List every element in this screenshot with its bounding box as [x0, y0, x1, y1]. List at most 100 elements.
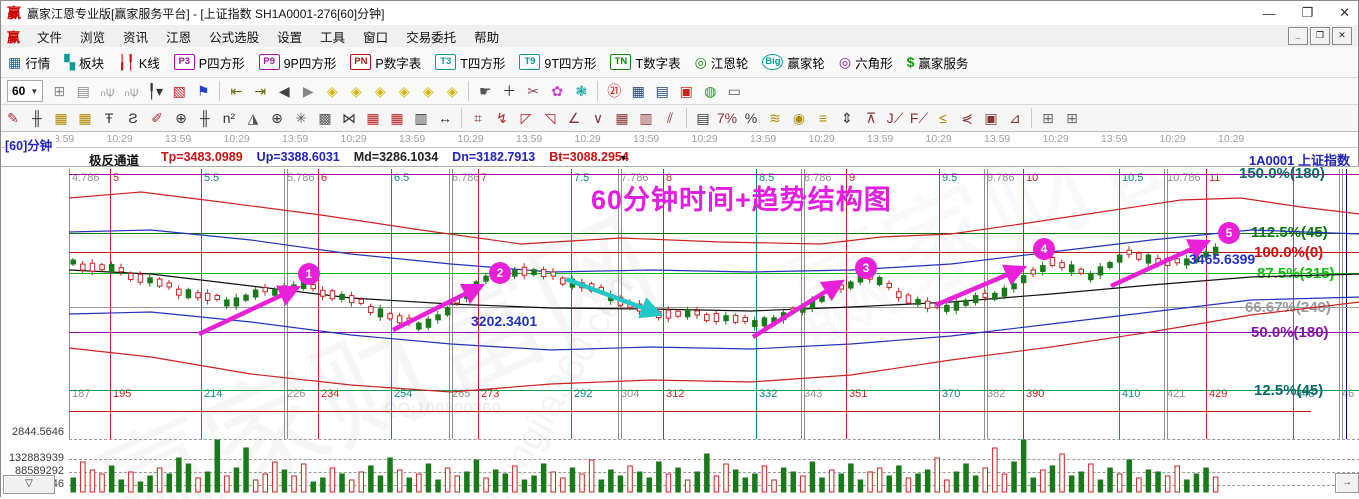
toolbar-t-square[interactable]: T3T四方形	[428, 47, 512, 77]
dia-left-icon[interactable]: ◈	[321, 80, 343, 102]
dia-up-icon[interactable]: ◈	[417, 80, 439, 102]
stat-icon[interactable]: ▧	[168, 80, 190, 102]
toolbar-gann-wheel[interactable]: ◎江恩轮	[688, 47, 756, 77]
mind-icon[interactable]: ✿	[546, 80, 568, 102]
bar3-icon[interactable]: ₙ⍦	[96, 80, 118, 102]
chart-plot-area[interactable]: 赢家财富网www.yingjia360.com赢家财富网QQ:100800360…	[1, 166, 1359, 499]
gold-grid2-icon[interactable]: ▦	[74, 107, 96, 129]
n2-icon[interactable]: n²	[218, 107, 240, 129]
toolbar-p-number-table[interactable]: PNP数字表	[343, 47, 428, 77]
child-minimize[interactable]: _	[1288, 27, 1308, 45]
dia-right-icon[interactable]: ◈	[345, 80, 367, 102]
toolbar-sectors[interactable]: ▚板块	[57, 47, 111, 77]
slash-icon[interactable]: ⫽	[659, 107, 681, 129]
dia-down-icon[interactable]: ◈	[441, 80, 463, 102]
flat-icon[interactable]: ⊼	[860, 107, 882, 129]
flag-icon[interactable]: ⚑	[192, 80, 214, 102]
tri-fan2-icon[interactable]: ◹	[539, 107, 561, 129]
cube1-icon[interactable]: ⊞	[1037, 107, 1059, 129]
updown-icon[interactable]: ⇕	[836, 107, 858, 129]
close-button[interactable]: ✕	[1339, 5, 1350, 21]
toolbar-hexagon[interactable]: ◎六角形	[832, 47, 900, 77]
menu-item-browse[interactable]: 浏览	[71, 25, 114, 48]
cube2-icon[interactable]: ⊞	[1061, 107, 1083, 129]
child-close[interactable]: ✕	[1332, 27, 1352, 45]
calculator-icon[interactable]: ▦	[627, 80, 649, 102]
toolbar-p-square[interactable]: P3P四方形	[167, 47, 252, 77]
four-icon[interactable]: ⊿	[1004, 107, 1026, 129]
ruler-grid-icon[interactable]: ╫	[194, 107, 216, 129]
f-line-icon[interactable]: F⟋	[908, 107, 930, 129]
angle-icon[interactable]: ◮	[242, 107, 264, 129]
wheel-icon[interactable]: ▩	[314, 107, 336, 129]
gold-line-icon[interactable]: ≡	[812, 107, 834, 129]
table-icon[interactable]: ▤	[692, 107, 714, 129]
fan-red-icon[interactable]: ↯	[491, 107, 513, 129]
compass-icon[interactable]: ⊕	[170, 107, 192, 129]
block-icon[interactable]: ▣	[980, 107, 1002, 129]
ai-icon[interactable]: ❃	[570, 80, 592, 102]
arc-icon[interactable]: Ƨ	[122, 107, 144, 129]
calendar-icon[interactable]: ㉑	[603, 80, 625, 102]
pen-icon[interactable]: ✎	[2, 107, 24, 129]
span-icon[interactable]: ↔	[434, 107, 456, 129]
next-icon[interactable]: ▶	[297, 80, 319, 102]
last-icon[interactable]: ⇥	[249, 80, 271, 102]
hand-icon[interactable]: ☛	[474, 80, 496, 102]
minimize-button[interactable]: —	[1262, 6, 1275, 21]
toolbar-kline[interactable]: ╽╿K线	[111, 47, 167, 77]
toolbar-9p-square[interactable]: P99P四方形	[252, 47, 344, 77]
angle2-icon[interactable]: ∠	[563, 107, 585, 129]
pattern-icon[interactable]: ⊞	[48, 80, 70, 102]
prev-icon[interactable]: ◀	[273, 80, 295, 102]
toolbar-9t-square[interactable]: T99T四方形	[512, 47, 603, 77]
menu-item-help[interactable]: 帮助	[465, 25, 508, 48]
pillar-icon[interactable]: ⌗	[467, 107, 489, 129]
menu-item-tools[interactable]: 工具	[311, 25, 354, 48]
measure-icon[interactable]: ✂	[522, 80, 544, 102]
gann-fan-icon[interactable]: ⊕	[266, 107, 288, 129]
menu-item-news[interactable]: 资讯	[114, 25, 157, 48]
collapse-pane-button[interactable]: ▽	[3, 475, 55, 494]
toolbar-quotes[interactable]: ▦行情	[1, 47, 57, 77]
shen-grid-icon[interactable]: ▦	[362, 107, 384, 129]
pen2-icon[interactable]: ✐	[146, 107, 168, 129]
menu-item-formula-pick[interactable]: 公式选股	[200, 25, 268, 48]
menu-item-window[interactable]: 窗口	[354, 25, 397, 48]
bar9-icon[interactable]: ₙ⍦	[120, 80, 142, 102]
v-icon[interactable]: ∨	[587, 107, 609, 129]
toolbar-winner-service[interactable]: $赢家服务	[900, 47, 976, 77]
gold-grid-icon[interactable]: ▦	[50, 107, 72, 129]
count-grid-icon[interactable]: ▥	[410, 107, 432, 129]
grid-icon[interactable]: ╫	[26, 107, 48, 129]
toolbar-winner-wheel[interactable]: Big赢家轮	[755, 47, 832, 77]
menu-item-file[interactable]: 文件	[28, 25, 71, 48]
fib-icon[interactable]: Ŧ	[98, 107, 120, 129]
scroll-right-button[interactable]: →	[1335, 473, 1359, 493]
gold-circ-icon[interactable]: ◉	[788, 107, 810, 129]
child-restore[interactable]: ❐	[1310, 27, 1330, 45]
grid3-icon[interactable]: ▦	[611, 107, 633, 129]
gold-slash-icon[interactable]: ≤	[932, 107, 954, 129]
pct-icon[interactable]: %	[740, 107, 762, 129]
star-icon[interactable]: ✳	[290, 107, 312, 129]
export-icon[interactable]: ◍	[699, 80, 721, 102]
notebook-icon[interactable]: ▤	[651, 80, 673, 102]
dia-expand-icon[interactable]: ◈	[369, 80, 391, 102]
pct3-icon[interactable]: ≋	[764, 107, 786, 129]
crosshair-icon[interactable]: ＋	[498, 80, 520, 102]
tri-fan-icon[interactable]: ◸	[515, 107, 537, 129]
dia-shrink-icon[interactable]: ◈	[393, 80, 415, 102]
menu-item-gann[interactable]: 江恩	[157, 25, 200, 48]
restore-button[interactable]: ❐	[1301, 5, 1313, 21]
period-dropdown[interactable]: 60 ▼	[7, 80, 43, 102]
win-grid-icon[interactable]: ▦	[386, 107, 408, 129]
menu-item-settings[interactable]: 设置	[268, 25, 311, 48]
toolbar-t-number-table[interactable]: TNT数字表	[603, 47, 687, 77]
j-line-icon[interactable]: J⟋	[884, 107, 906, 129]
print-icon[interactable]: ▭	[723, 80, 745, 102]
wave-icon[interactable]: ⋈	[338, 107, 360, 129]
save-icon[interactable]: ▣	[675, 80, 697, 102]
note-icon[interactable]: ▤	[72, 80, 94, 102]
candle-style-icon[interactable]: ╿▾	[144, 80, 166, 102]
